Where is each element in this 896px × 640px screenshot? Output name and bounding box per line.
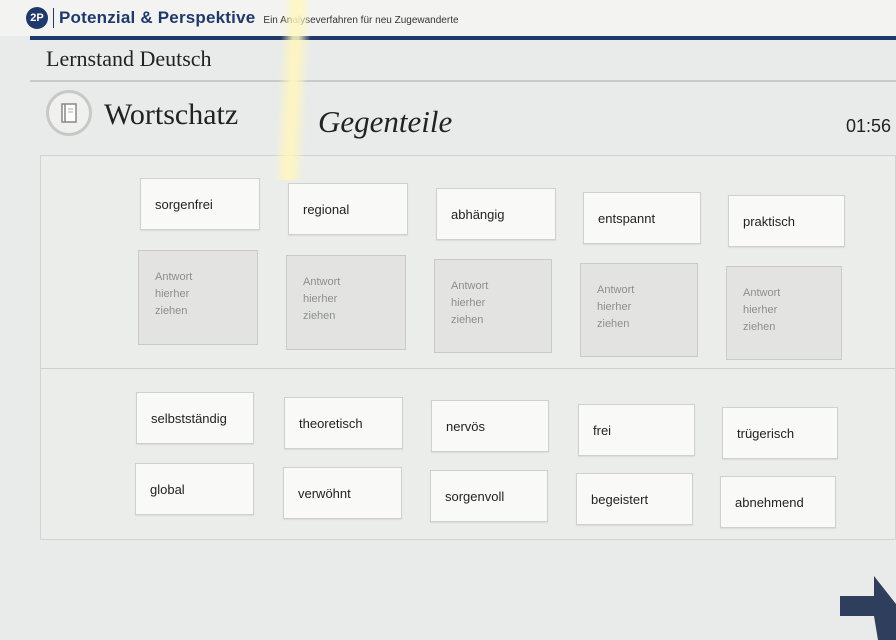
section-divider	[30, 80, 896, 82]
drop-zone-text: ziehen	[597, 318, 630, 331]
book-icon	[46, 90, 92, 136]
drop-zone-text: hierher	[451, 297, 486, 310]
drop-zone-text: ziehen	[303, 310, 336, 323]
drop-zone-text: ziehen	[743, 321, 776, 334]
answer-drop-zone[interactable]: Antwort hierher ziehen	[726, 266, 842, 360]
drop-zone-text: ziehen	[451, 314, 484, 327]
drop-zone-text: Antwort	[303, 276, 341, 288]
brand-name: Potenzial & Perspektive	[59, 8, 256, 27]
word-card: regional	[288, 183, 408, 235]
countdown-timer: 01:56	[846, 116, 892, 136]
answer-option-card[interactable]: global	[135, 463, 254, 515]
answer-option-card[interactable]: sorgenvoll	[430, 470, 548, 522]
word-card: abhängig	[436, 188, 556, 240]
answer-option-card[interactable]: theoretisch	[284, 397, 403, 449]
word-card: sorgenfrei	[140, 178, 260, 230]
task-title: Gegenteile	[318, 104, 453, 139]
answer-drop-zone[interactable]: Antwort hierher ziehen	[580, 263, 698, 357]
answer-drop-zone[interactable]: Antwort hierher ziehen	[434, 259, 552, 353]
answer-option-card[interactable]: frei	[578, 404, 695, 456]
answer-option-card[interactable]: selbstständig	[136, 392, 254, 444]
drop-zone-text: Antwort	[597, 284, 635, 296]
answer-option-card[interactable]: trügerisch	[722, 407, 838, 459]
answer-drop-zone[interactable]: Antwort hierher ziehen	[286, 255, 406, 350]
drop-zone-text: hierher	[597, 301, 632, 314]
drop-zone-text: hierher	[303, 293, 338, 306]
drop-zone-text: hierher	[155, 288, 190, 301]
word-card: entspannt	[583, 192, 701, 244]
panel-divider	[40, 368, 896, 369]
logo-separator	[53, 8, 54, 28]
answer-drop-zone[interactable]: Antwort hierher ziehen	[138, 250, 258, 345]
drop-zone-text: Antwort	[155, 271, 193, 283]
drop-zone-text: Antwort	[451, 280, 489, 292]
answer-option-card[interactable]: nervös	[431, 400, 549, 452]
topic-title: Wortschatz	[104, 98, 239, 131]
answer-option-card[interactable]: abnehmend	[720, 476, 836, 528]
app-header: 2P Potenzial & Perspektive Ein Analyseve…	[0, 0, 896, 36]
word-card: praktisch	[728, 195, 845, 247]
drop-zone-text: Antwort	[743, 287, 781, 299]
answer-option-card[interactable]: verwöhnt	[283, 467, 402, 519]
drop-zone-text: hierher	[743, 304, 778, 317]
brand-subtitle: Ein Analyseverfahren für neu Zugewandert…	[263, 14, 459, 26]
section-title: Lernstand Deutsch	[46, 46, 212, 71]
logo-icon: 2P	[26, 7, 48, 29]
arrow-right-icon[interactable]	[840, 574, 896, 640]
drop-zone-text: ziehen	[155, 305, 188, 318]
answer-option-card[interactable]: begeistert	[576, 473, 693, 525]
header-rule	[30, 36, 896, 40]
